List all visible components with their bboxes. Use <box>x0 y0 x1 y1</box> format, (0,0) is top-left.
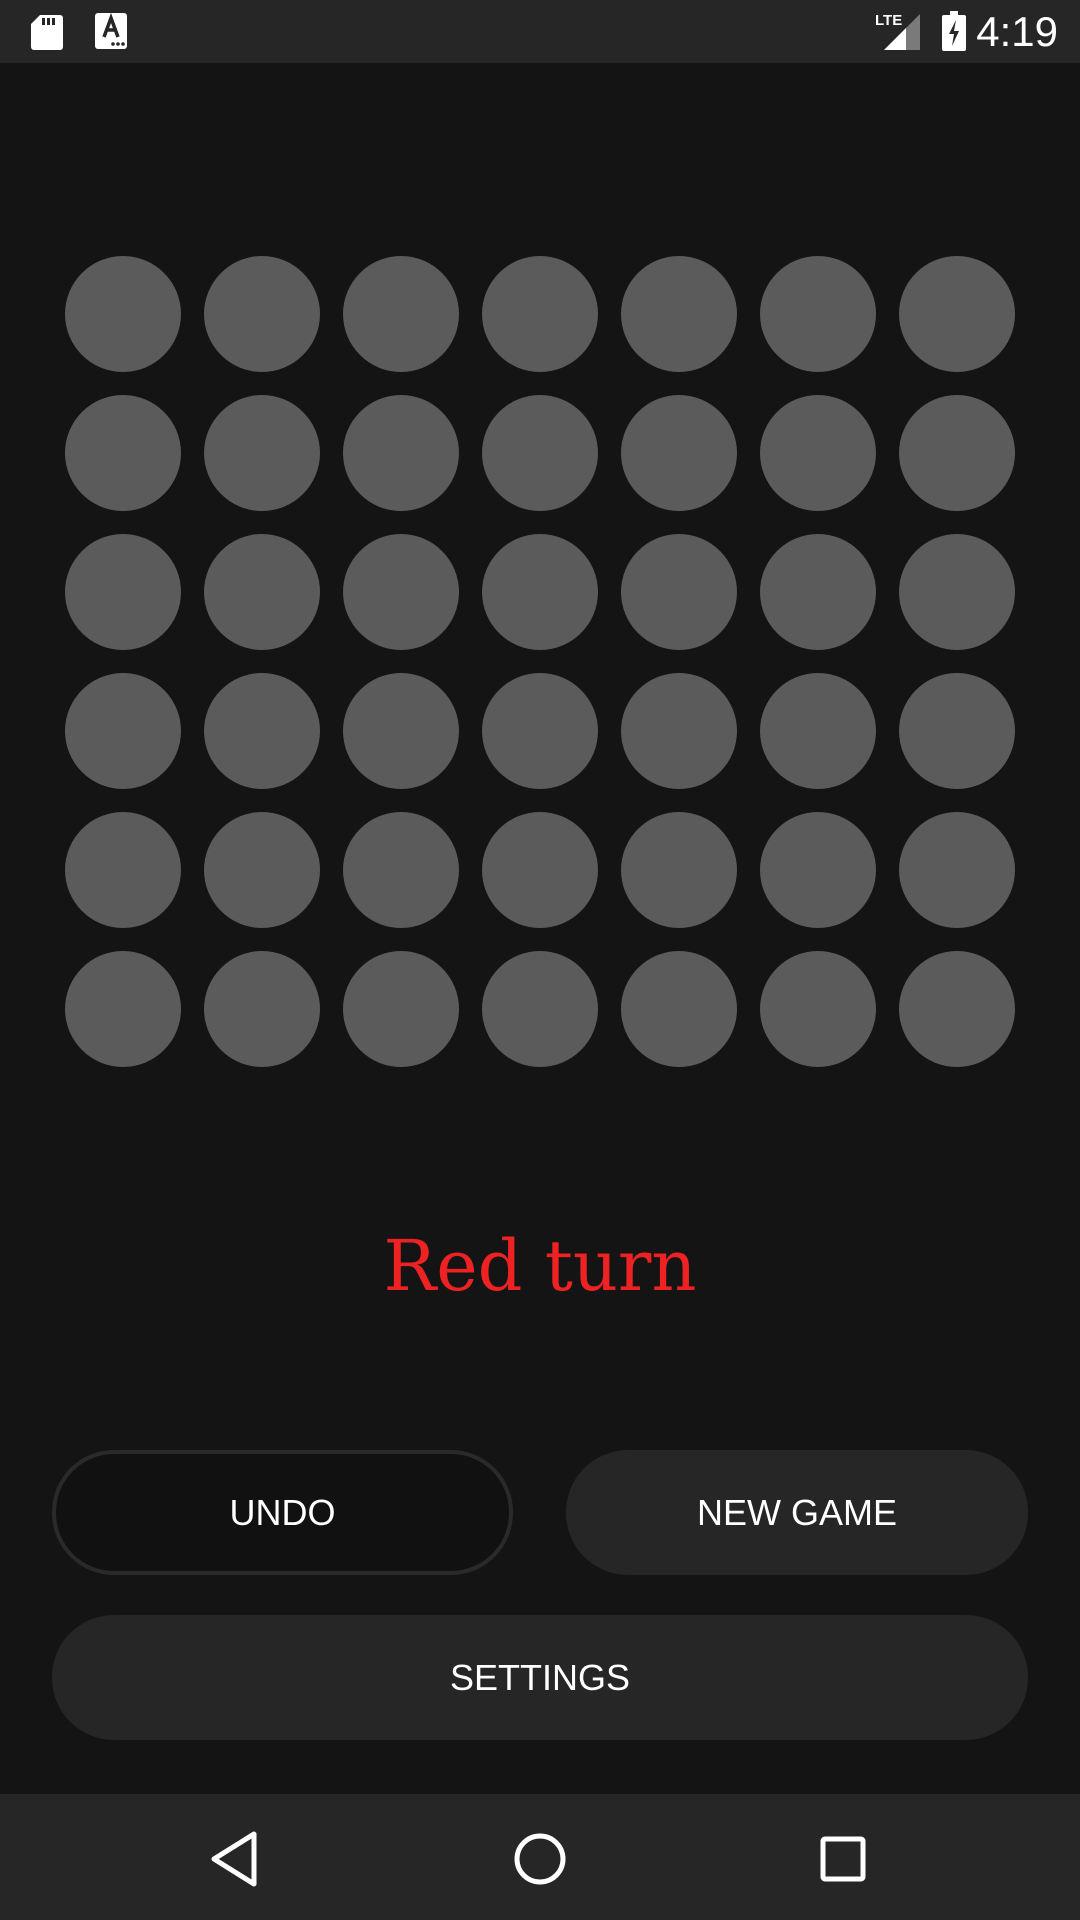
board-cell[interactable] <box>899 673 1015 789</box>
board-cell[interactable] <box>204 951 320 1067</box>
navigation-bar <box>0 1794 1080 1920</box>
board-cell[interactable] <box>65 951 181 1067</box>
board-cell[interactable] <box>482 534 598 650</box>
board-cell[interactable] <box>65 812 181 928</box>
home-icon[interactable] <box>500 1819 580 1899</box>
board-cell[interactable] <box>760 534 876 650</box>
board-cell[interactable] <box>760 951 876 1067</box>
board-cell[interactable] <box>621 395 737 511</box>
board-cell[interactable] <box>760 812 876 928</box>
board-cell[interactable] <box>204 534 320 650</box>
board-cell[interactable] <box>482 812 598 928</box>
board-cell[interactable] <box>343 395 459 511</box>
settings-button[interactable]: SETTINGS <box>52 1615 1028 1740</box>
board-cell[interactable] <box>343 673 459 789</box>
board-cell[interactable] <box>760 673 876 789</box>
board-cell[interactable] <box>621 673 737 789</box>
board-cell[interactable] <box>65 673 181 789</box>
board-cell[interactable] <box>621 951 737 1067</box>
recents-icon[interactable] <box>803 1819 883 1899</box>
board-cell[interactable] <box>621 534 737 650</box>
board-cell[interactable] <box>899 256 1015 372</box>
board-cell[interactable] <box>621 812 737 928</box>
board-cell[interactable] <box>65 534 181 650</box>
board-cell[interactable] <box>760 256 876 372</box>
board-cell[interactable] <box>899 812 1015 928</box>
back-icon[interactable] <box>196 1819 276 1899</box>
game-board[interactable] <box>0 0 1080 1100</box>
board-cell[interactable] <box>343 534 459 650</box>
board-cell[interactable] <box>899 951 1015 1067</box>
board-cell[interactable] <box>482 951 598 1067</box>
board-cell[interactable] <box>899 395 1015 511</box>
board-cell[interactable] <box>204 395 320 511</box>
board-cell[interactable] <box>65 256 181 372</box>
board-cell[interactable] <box>760 395 876 511</box>
board-cell[interactable] <box>65 395 181 511</box>
board-cell[interactable] <box>204 812 320 928</box>
board-cell[interactable] <box>482 395 598 511</box>
board-cell[interactable] <box>204 673 320 789</box>
board-cell[interactable] <box>343 951 459 1067</box>
board-cell[interactable] <box>204 256 320 372</box>
board-cell[interactable] <box>482 256 598 372</box>
new-game-button[interactable]: NEW GAME <box>566 1450 1028 1575</box>
board-cell[interactable] <box>343 812 459 928</box>
board-cell[interactable] <box>621 256 737 372</box>
board-cell[interactable] <box>343 256 459 372</box>
board-cell[interactable] <box>482 673 598 789</box>
turn-indicator: Red turn <box>383 1225 697 1307</box>
undo-button[interactable]: UNDO <box>52 1450 513 1575</box>
board-cell[interactable] <box>899 534 1015 650</box>
